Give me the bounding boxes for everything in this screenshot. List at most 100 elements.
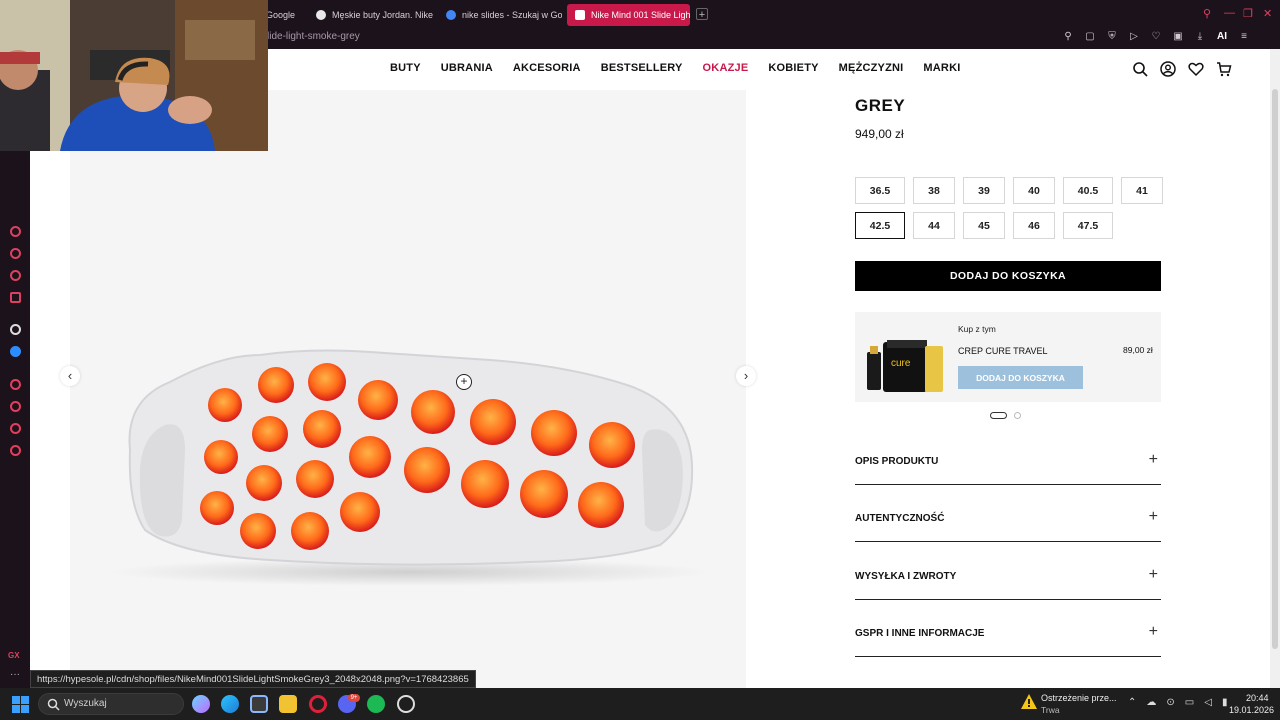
nav-item-akcesoria[interactable]: AKCESORIA [513,62,581,74]
clock-time[interactable]: 20:44 [1246,693,1269,703]
new-tab-button[interactable]: + [696,8,708,21]
sidebar-store-icon[interactable] [10,248,21,259]
scrollbar-thumb[interactable] [1272,89,1278,649]
product-title: GREY [855,96,906,115]
carousel-dot-active[interactable] [990,412,1007,419]
shield-icon[interactable]: ⛨ [1106,31,1118,42]
hypesole-favicon-icon [575,10,585,20]
wallet-icon[interactable]: ▣ [1172,31,1184,42]
crep-cure-product-image: cure [867,340,943,392]
tab-jordan[interactable]: Męskie buty Jordan. Nike [308,4,434,26]
edge-icon[interactable] [221,695,239,713]
wishlist-heart-icon[interactable] [1188,61,1204,77]
copilot-icon[interactable] [192,695,210,713]
sidebar-twitch-icon[interactable] [10,270,21,281]
search-icon[interactable] [1132,61,1148,77]
size-option[interactable]: 36.5 [855,177,905,204]
nav-item-buty[interactable]: BUTY [390,62,421,74]
store-icon[interactable] [250,695,268,713]
opera-gx-icon[interactable] [309,695,327,713]
accordion-shipping-returns[interactable]: WYSYŁKA I ZWROTY + [855,565,1161,600]
sidebar-chatgpt-icon[interactable] [10,324,21,335]
cart-icon[interactable] [1216,61,1232,77]
main-navigation: BUTY UBRANIA AKCESORIA BESTSELLERY OKAZJ… [390,62,960,74]
upsell-label: Kup z tym [958,324,996,334]
upsell-add-to-cart-button[interactable]: DODAJ DO KOSZYKA [958,366,1083,389]
nav-item-bestsellery[interactable]: BESTSELLERY [601,62,683,74]
warning-subtitle: Trwa [1041,705,1060,715]
plus-icon: + [1148,623,1158,640]
maximize-icon[interactable]: ❐ [1243,7,1253,20]
size-option-selected[interactable]: 42.5 [855,212,905,239]
size-option[interactable]: 41 [1121,177,1163,204]
size-option[interactable]: 39 [963,177,1005,204]
volume-icon[interactable]: ◁ [1204,697,1212,708]
sidebar-m-icon[interactable] [10,292,21,303]
nav-item-marki[interactable]: MARKI [923,62,960,74]
product-gallery[interactable]: ‹ › + [60,90,756,688]
sidebar-history-icon[interactable] [10,401,21,412]
sidebar-gx-label[interactable]: GX [8,651,20,660]
size-option[interactable]: 40 [1013,177,1055,204]
nav-item-kobiety[interactable]: KOBIETY [768,62,818,74]
pin-icon[interactable]: ⚲ [1062,31,1074,42]
gallery-next-button[interactable]: › [736,366,756,386]
sidebar-aria-icon[interactable] [10,226,21,237]
size-option[interactable]: 38 [913,177,955,204]
sidebar-extensions-icon[interactable] [10,423,21,434]
windows-start-icon[interactable] [12,696,29,713]
tab-label: Męskie buty Jordan. Nike [332,10,434,20]
size-option[interactable]: 44 [913,212,955,239]
carousel-dot[interactable] [1014,412,1021,419]
product-price: 949,00 zł [855,127,904,141]
sidebar-player-icon[interactable] [10,379,21,390]
search-placeholder: Wyszukaj [64,698,107,709]
search-tabs-icon[interactable]: ⚲ [1203,7,1211,20]
taskbar-search[interactable]: Wyszukaj [38,693,184,715]
size-option[interactable]: 45 [963,212,1005,239]
display-icon[interactable]: ▭ [1185,697,1194,708]
accordion-authenticity[interactable]: AUTENTYCZNOŚĆ + [855,507,1161,542]
upsell-card: cure Kup z tym CREP CURE TRAVEL 89,00 zł… [855,312,1161,402]
sidebar-settings-icon[interactable] [10,445,21,456]
size-option[interactable]: 47.5 [1063,212,1113,239]
zoom-in-icon[interactable]: + [456,374,472,390]
minimize-icon[interactable]: — [1224,7,1235,19]
accordion-product-description[interactable]: OPIS PRODUKTU + [855,450,1161,485]
account-icon[interactable] [1160,61,1176,77]
gallery-prev-button[interactable]: ‹ [60,366,80,386]
download-icon[interactable]: ⤓ [1194,31,1206,42]
tab-active-product[interactable]: Nike Mind 001 Slide Light S [567,4,690,26]
windows-taskbar: Wyszukaj 9+ Ostrzeżenie prze... Trwa ⌃ ☁… [0,688,1280,720]
warning-title[interactable]: Ostrzeżenie prze... [1041,693,1117,703]
page-scrollbar[interactable] [1270,49,1280,688]
cloud-icon[interactable]: ☁ [1146,697,1156,708]
discord-notification-badge: 9+ [348,694,360,702]
add-to-cart-button[interactable]: DODAJ DO KOSZYKA [855,261,1161,291]
size-option[interactable]: 40.5 [1063,177,1113,204]
close-icon[interactable]: ✕ [1263,7,1272,20]
nav-item-mezczyzni[interactable]: MĘŻCZYZNI [839,62,904,74]
spotify-icon[interactable] [367,695,385,713]
chatgpt-icon[interactable] [397,695,415,713]
ai-button[interactable]: AI [1216,31,1228,42]
upsell-product-name[interactable]: CREP CURE TRAVEL [958,346,1048,356]
sidebar-messenger-icon[interactable] [10,346,21,357]
menu-icon[interactable]: ≡ [1238,31,1250,42]
clock-date[interactable]: 19.01.2026 [1229,705,1274,715]
microphone-icon[interactable]: ⊙ [1166,697,1174,708]
file-explorer-icon[interactable] [279,695,297,713]
nav-item-okazje[interactable]: OKAZJE [703,62,749,74]
size-option[interactable]: 46 [1013,212,1055,239]
battery-icon[interactable]: ▮ [1222,697,1228,708]
snapshot-icon[interactable]: ▢ [1084,31,1096,42]
play-icon[interactable]: ▷ [1128,31,1140,42]
tab-google-search[interactable]: nike slides - Szukaj w Goo [438,4,562,26]
accordion-gspr-info[interactable]: GSPR I INNE INFORMACJE + [855,622,1161,657]
warning-icon[interactable] [1020,693,1038,711]
sidebar-more-icon[interactable]: ··· [10,669,20,680]
nav-item-ubrania[interactable]: UBRANIA [441,62,493,74]
heart-icon[interactable]: ♡ [1150,31,1162,42]
chevron-up-icon[interactable]: ⌃ [1128,697,1136,708]
url-text[interactable]: slide-light-smoke-grey [262,31,360,42]
